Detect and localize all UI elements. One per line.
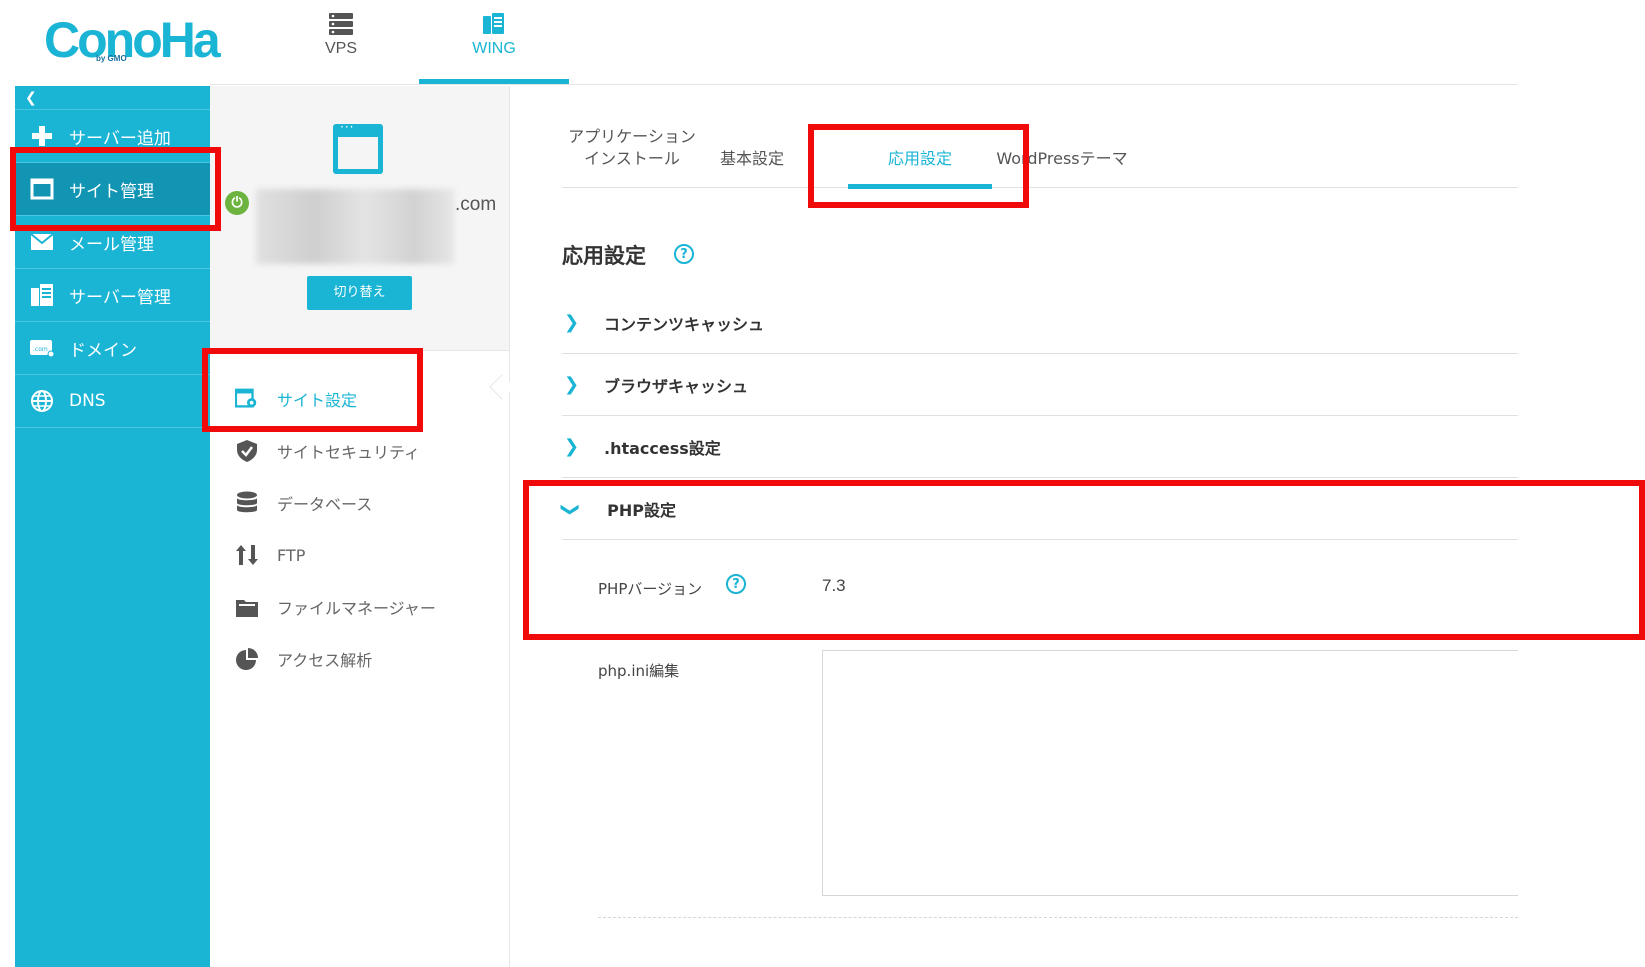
database-icon (235, 491, 259, 515)
subnav-item-label: データベース (277, 495, 373, 514)
main-sidebar: ❮ サーバー追加 サイト管理 メール管理 サーバー管理 .com ドメイン DN… (15, 86, 210, 967)
help-icon[interactable]: ? (726, 574, 746, 594)
chevron-right-icon: ❯ (564, 312, 580, 333)
site-info-box: ⏻ .com 切り替え (210, 86, 509, 351)
chevron-left-icon: ❮ (25, 90, 37, 106)
sidebar-collapse-button[interactable]: ❮ (15, 86, 210, 110)
accordion-label: ブラウザキャッシュ (604, 376, 749, 396)
plus-icon (29, 123, 55, 149)
help-icon[interactable]: ? (674, 244, 694, 264)
chevron-right-icon: ❯ (564, 374, 580, 395)
subnav-item-site-settings[interactable]: サイト設定 (210, 373, 509, 425)
power-status-icon: ⏻ (225, 191, 249, 215)
server-stack-icon (329, 13, 353, 35)
accordion-label: .htaccess設定 (604, 438, 721, 458)
wing-server-icon (483, 13, 504, 34)
tab-app-install-line1: アプリケーション (568, 127, 696, 146)
subnav-item-file-manager[interactable]: ファイルマネージャー (210, 581, 509, 633)
tab-vps[interactable]: VPS (266, 0, 416, 84)
tab-basic-settings[interactable]: 基本設定 (702, 148, 802, 170)
chevron-right-icon: ❯ (564, 436, 580, 457)
globe-icon (29, 388, 55, 414)
subnav-item-label: ファイルマネージャー (277, 599, 436, 618)
domain-tld: .com (455, 194, 497, 215)
subnav-item-site-security[interactable]: サイトセキュリティ (210, 425, 509, 477)
tab-wing-label: WING (472, 40, 516, 57)
conoha-logo[interactable]: ConoHa by GMO (44, 12, 221, 68)
server-icon (29, 282, 55, 308)
subnav-item-access-analysis[interactable]: アクセス解析 (210, 633, 509, 685)
tab-advanced-settings[interactable]: 応用設定 (848, 148, 992, 189)
folder-icon (235, 595, 259, 619)
page-title: 応用設定 (562, 244, 646, 268)
accordion-htaccess[interactable]: ❯ .htaccess設定 (562, 416, 1518, 478)
accordion-label: PHP設定 (607, 500, 676, 520)
settings-tabs: アプリケーション インストール 基本設定 応用設定 WordPressテーマ (562, 118, 1518, 189)
subnav-item-database[interactable]: データベース (210, 477, 509, 529)
logo-sub: by GMO (96, 54, 127, 63)
mail-icon (29, 229, 55, 255)
chevron-down-icon: ❯ (560, 501, 582, 518)
sidebar-item-server-management[interactable]: サーバー管理 (15, 269, 210, 322)
sidebar-item-label: ドメイン (69, 340, 137, 361)
section-divider (598, 917, 1518, 918)
php-ini-label: php.ini編集 (598, 662, 680, 680)
php-ini-editor[interactable] (822, 650, 1518, 896)
subnav-item-label: サイト設定 (277, 391, 358, 410)
subnav-item-ftp[interactable]: FTP (210, 529, 509, 581)
sidebar-item-label: メール管理 (69, 234, 154, 255)
accordion-contents-cache[interactable]: ❯ コンテンツキャッシュ (562, 292, 1518, 354)
tab-app-install[interactable]: アプリケーション インストール (562, 126, 702, 170)
sidebar-item-dns[interactable]: DNS (15, 375, 210, 428)
switch-site-button[interactable]: 切り替え (307, 276, 412, 310)
tab-app-install-line2: インストール (584, 149, 680, 168)
site-subpanel: ⏻ .com 切り替え サイト設定 サイトセキュリティ データベース FTP フ… (210, 86, 510, 967)
subnav-item-label: アクセス解析 (277, 651, 373, 670)
blurred-domain-name (256, 189, 454, 264)
sidebar-item-label: DNS (69, 391, 106, 411)
sidebar-item-label: サーバー追加 (69, 128, 171, 149)
accordion-browser-cache[interactable]: ❯ ブラウザキャッシュ (562, 354, 1518, 416)
sidebar-item-mail-management[interactable]: メール管理 (15, 216, 210, 269)
svg-text:.com: .com (33, 346, 48, 353)
subnav-item-label: FTP (277, 545, 306, 565)
sidebar-item-domain[interactable]: .com ドメイン (15, 322, 210, 375)
transfer-arrows-icon (235, 543, 259, 567)
shield-icon (235, 439, 259, 463)
window-icon (29, 176, 55, 202)
sidebar-item-label: サイト管理 (69, 181, 154, 202)
top-divider (210, 84, 1518, 85)
logo-text: ConoHa (44, 12, 221, 68)
subnav-item-label: サイトセキュリティ (277, 443, 421, 462)
site-settings-icon (235, 387, 259, 411)
accordion-label: コンテンツキャッシュ (604, 314, 765, 334)
accordion-php-settings[interactable]: ❯ PHP設定 (560, 478, 1518, 540)
sidebar-item-site-management[interactable]: サイト管理 (15, 163, 210, 216)
tab-wing[interactable]: WING (419, 0, 569, 84)
tab-vps-label: VPS (324, 40, 357, 57)
pie-chart-icon (235, 647, 259, 671)
sidebar-item-add-server[interactable]: サーバー追加 (15, 110, 210, 163)
site-window-icon (333, 120, 383, 174)
sidebar-item-label: サーバー管理 (69, 287, 171, 308)
domain-icon: .com (29, 335, 55, 361)
php-version-value[interactable]: 7.3 (822, 576, 846, 596)
php-version-label: PHPバージョン (598, 580, 703, 598)
tab-wordpress-theme[interactable]: WordPressテーマ (992, 148, 1132, 170)
